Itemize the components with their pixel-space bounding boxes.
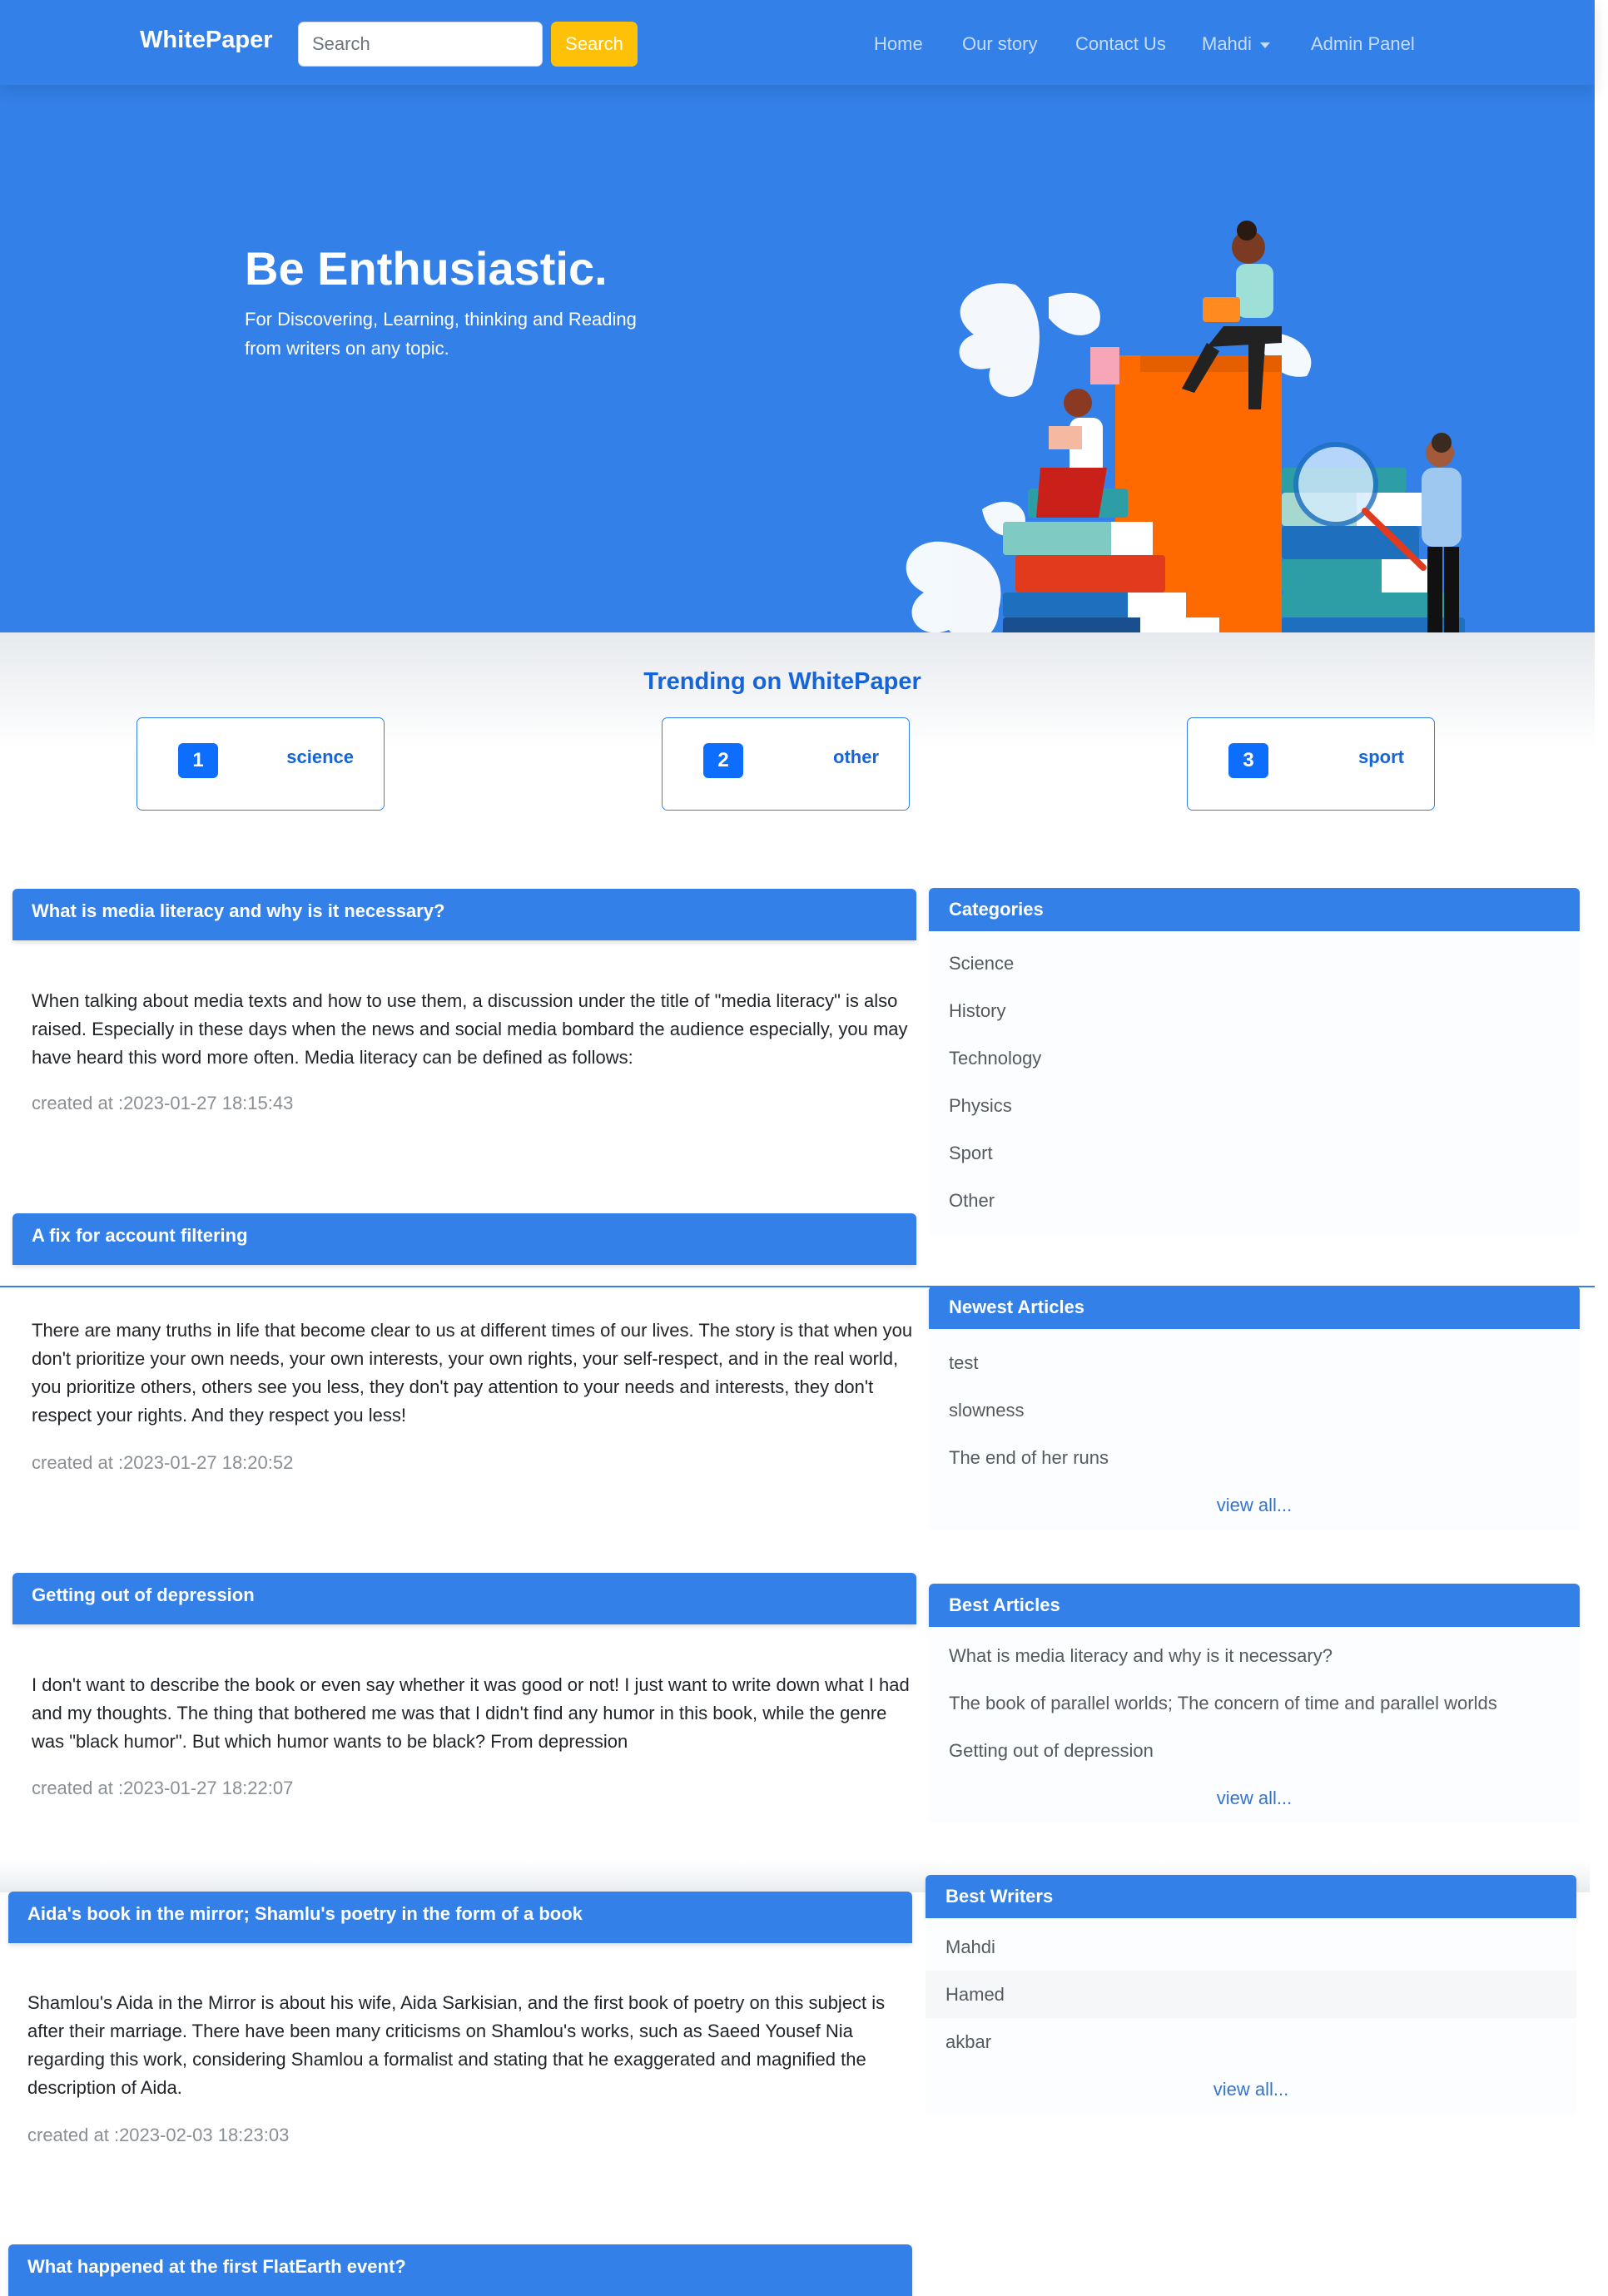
newest-article-item[interactable]: test [929, 1339, 1580, 1386]
user-dropdown-label: Mahdi [1202, 33, 1252, 54]
category-item[interactable]: Science [929, 940, 1580, 987]
article-title[interactable]: Getting out of depression [12, 1573, 916, 1624]
categories-panel: Categories Science History Technology Ph… [929, 888, 1580, 1234]
best-writers-panel: Best Writers Mahdi Hamed akbar view all.… [926, 1875, 1576, 2114]
category-item[interactable]: History [929, 987, 1580, 1034]
newest-article-item[interactable]: The end of her runs [929, 1434, 1580, 1481]
trending-category-name: sport [1358, 746, 1404, 767]
navbar: WhitePaper Search Home Our story Contact… [0, 0, 1595, 85]
article-title[interactable]: What happened at the first FlatEarth eve… [8, 2244, 912, 2296]
categories-title: Categories [929, 888, 1580, 931]
best-articles-title: Best Articles [929, 1584, 1580, 1627]
trending-title: Trending on WhitePaper [643, 668, 921, 695]
article-excerpt: There are many truths in life that becom… [32, 1320, 913, 1426]
article-excerpt: I don't want to describe the book or eve… [32, 1674, 910, 1752]
article-date: created at :2023-02-03 18:23:03 [27, 2125, 290, 2145]
best-article-item[interactable]: The book of parallel worlds; The concern… [929, 1679, 1580, 1727]
category-item[interactable]: Technology [929, 1034, 1580, 1082]
best-article-item[interactable]: What is media literacy and why is it nec… [929, 1632, 1580, 1679]
caret-down-icon [1259, 42, 1270, 48]
article-date: created at :2023-01-27 18:15:43 [32, 1093, 294, 1113]
view-all-link[interactable]: view all... [926, 2065, 1576, 2114]
trending-rank-badge: 1 [178, 743, 218, 778]
search-button[interactable]: Search [551, 22, 638, 67]
newest-articles-panel: Newest Articles test slowness The end of… [929, 1286, 1580, 1530]
article-title[interactable]: What is media literacy and why is it nec… [12, 889, 916, 940]
trending-card[interactable]: 1 science [136, 717, 385, 811]
article-title[interactable]: Aida's book in the mirror; Shamlu's poet… [8, 1892, 912, 1943]
user-dropdown[interactable]: Mahdi [1202, 33, 1270, 55]
trending-card[interactable]: 2 other [662, 717, 910, 811]
article-date: created at :2023-01-27 18:20:52 [32, 1452, 294, 1473]
search-input[interactable] [298, 22, 543, 67]
hero-title: Be Enthusiastic. [245, 242, 608, 295]
reading-people-illustration [906, 221, 1465, 651]
brand-logo[interactable]: WhitePaper [140, 27, 273, 54]
article-excerpt: When talking about media texts and how t… [32, 990, 908, 1068]
best-writers-title: Best Writers [926, 1875, 1576, 1918]
writer-item[interactable]: akbar [926, 2018, 1576, 2065]
nav-link-contact-us[interactable]: Contact Us [1075, 33, 1166, 55]
view-all-link[interactable]: view all... [929, 1481, 1580, 1530]
nav-link-our-story[interactable]: Our story [962, 33, 1037, 55]
hero-subtitle: For Discovering, Learning, thinking and … [245, 309, 637, 359]
trending-rank-badge: 2 [703, 743, 743, 778]
nav-link-admin-panel[interactable]: Admin Panel [1311, 33, 1415, 55]
article-title[interactable]: A fix for account filtering [12, 1213, 916, 1265]
newest-article-item[interactable]: slowness [929, 1386, 1580, 1434]
category-item[interactable]: Sport [929, 1129, 1580, 1177]
view-all-link[interactable]: view all... [929, 1774, 1580, 1822]
trending-category-name: other [833, 746, 879, 767]
category-item[interactable]: Other [929, 1177, 1580, 1224]
hero-section: Be Enthusiastic. For Discovering, Learni… [0, 85, 1595, 651]
article-date: created at :2023-01-27 18:22:07 [32, 1778, 294, 1798]
newest-articles-title: Newest Articles [929, 1286, 1580, 1329]
trending-category-name: science [286, 746, 354, 767]
trending-rank-badge: 3 [1228, 743, 1268, 778]
nav-link-home[interactable]: Home [874, 33, 923, 55]
writer-item[interactable]: Mahdi [926, 1923, 1576, 1971]
best-article-item[interactable]: Getting out of depression [929, 1727, 1580, 1774]
article-excerpt: Shamlou's Aida in the Mirror is about hi… [27, 1992, 886, 2098]
best-articles-panel: Best Articles What is media literacy and… [929, 1584, 1580, 1822]
category-item[interactable]: Physics [929, 1082, 1580, 1129]
writer-item[interactable]: Hamed [926, 1971, 1576, 2018]
trending-card[interactable]: 3 sport [1187, 717, 1435, 811]
